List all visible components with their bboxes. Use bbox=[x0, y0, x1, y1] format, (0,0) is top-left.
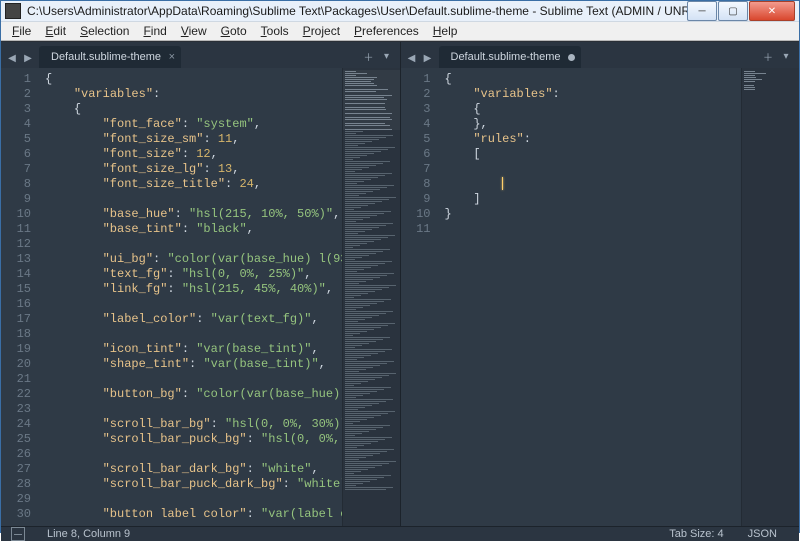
menu-find[interactable]: Find bbox=[136, 22, 173, 40]
menu-project[interactable]: Project bbox=[296, 22, 347, 40]
tab-menu-icon[interactable]: ▾ bbox=[779, 49, 793, 63]
minimize-button[interactable]: ─ bbox=[687, 1, 717, 21]
pane-left: ◀ ▶ Default.sublime-theme × ＋ ▾ 12345678… bbox=[1, 42, 401, 526]
panel-switcher-icon[interactable] bbox=[11, 527, 25, 541]
menu-help[interactable]: Help bbox=[426, 22, 465, 40]
menu-file[interactable]: File bbox=[5, 22, 38, 40]
status-tabsize[interactable]: Tab Size: 4 bbox=[657, 528, 735, 540]
workspace: ◀ ▶ Default.sublime-theme × ＋ ▾ 12345678… bbox=[1, 41, 799, 526]
statusbar: Line 8, Column 9 Tab Size: 4 JSON bbox=[1, 526, 799, 541]
minimap-left[interactable] bbox=[342, 68, 400, 526]
gutter-left: 1234567891011121314151617181920212223242… bbox=[1, 68, 39, 526]
editor-right[interactable]: 1234567891011 { "variables": { }, "rules… bbox=[401, 68, 800, 526]
tab-history-fwd-icon[interactable]: ▶ bbox=[21, 51, 35, 65]
pane-right: ◀ ▶ Default.sublime-theme ＋ ▾ 1234567891… bbox=[401, 42, 800, 526]
menu-selection[interactable]: Selection bbox=[73, 22, 136, 40]
tab-history-fwd-icon[interactable]: ▶ bbox=[421, 51, 435, 65]
menu-view[interactable]: View bbox=[174, 22, 214, 40]
tab-row-left: ◀ ▶ Default.sublime-theme × ＋ ▾ bbox=[1, 42, 400, 68]
status-position[interactable]: Line 8, Column 9 bbox=[35, 528, 142, 540]
tab-row-right: ◀ ▶ Default.sublime-theme ＋ ▾ bbox=[401, 42, 800, 68]
close-button[interactable]: ✕ bbox=[749, 1, 795, 21]
tab-history-back-icon[interactable]: ◀ bbox=[5, 51, 19, 65]
dirty-indicator-icon[interactable] bbox=[568, 54, 575, 61]
tab-history-back-icon[interactable]: ◀ bbox=[405, 51, 419, 65]
menu-edit[interactable]: Edit bbox=[38, 22, 73, 40]
menu-tools[interactable]: Tools bbox=[254, 22, 296, 40]
window-frame: C:\Users\Administrator\AppData\Roaming\S… bbox=[0, 0, 800, 533]
maximize-button[interactable]: ▢ bbox=[718, 1, 748, 21]
gutter-right: 1234567891011 bbox=[401, 68, 439, 526]
tab-label: Default.sublime-theme bbox=[51, 51, 161, 63]
tab-menu-icon[interactable]: ▾ bbox=[380, 49, 394, 63]
menu-goto[interactable]: Goto bbox=[214, 22, 254, 40]
code-left[interactable]: { "variables": { "font_face": "system", … bbox=[39, 68, 342, 526]
code-right[interactable]: { "variables": { }, "rules": [ ]} bbox=[439, 68, 742, 526]
app-icon bbox=[5, 3, 21, 19]
titlebar[interactable]: C:\Users\Administrator\AppData\Roaming\S… bbox=[1, 1, 799, 21]
minimap-right[interactable] bbox=[741, 68, 799, 526]
tab-default-theme-right[interactable]: Default.sublime-theme bbox=[439, 46, 581, 68]
menubar: FileEditSelectionFindViewGotoToolsProjec… bbox=[1, 21, 799, 41]
status-syntax[interactable]: JSON bbox=[736, 528, 789, 540]
tab-label: Default.sublime-theme bbox=[451, 51, 561, 63]
menu-preferences[interactable]: Preferences bbox=[347, 22, 426, 40]
window-title: C:\Users\Administrator\AppData\Roaming\S… bbox=[27, 4, 687, 18]
new-tab-icon[interactable]: ＋ bbox=[362, 49, 376, 63]
new-tab-icon[interactable]: ＋ bbox=[761, 49, 775, 63]
editor-left[interactable]: 1234567891011121314151617181920212223242… bbox=[1, 68, 400, 526]
close-tab-icon[interactable]: × bbox=[169, 51, 175, 63]
tab-default-theme-left[interactable]: Default.sublime-theme × bbox=[39, 46, 181, 68]
